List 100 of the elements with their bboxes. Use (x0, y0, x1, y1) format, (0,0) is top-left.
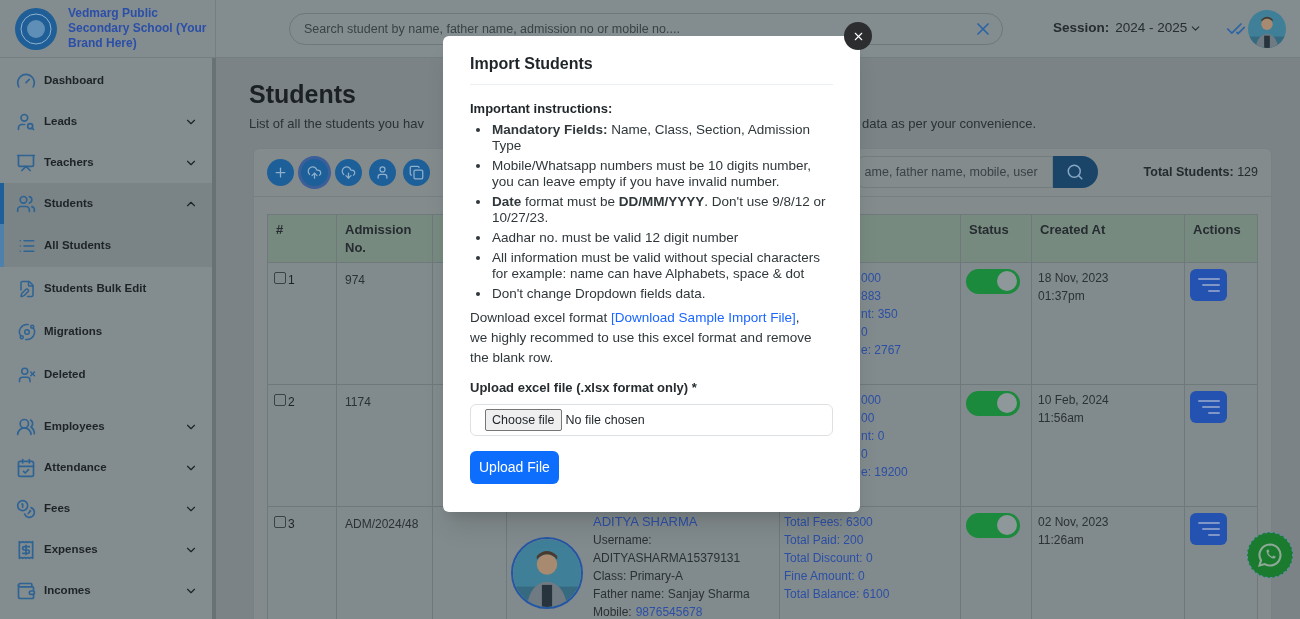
dialog-title: Import Students (470, 52, 833, 85)
fee-detail: Total Paid: 200 (784, 531, 865, 549)
fee-detail: 883 (861, 287, 883, 305)
submenu-icon (18, 279, 36, 298)
instruction-text: Don't change Dropdown fields data. (492, 285, 706, 302)
status-toggle[interactable] (966, 512, 1020, 538)
copy-icon (409, 164, 424, 180)
status-toggle[interactable] (966, 390, 1020, 416)
menu-icon (16, 580, 36, 601)
search-icon (1066, 163, 1085, 181)
student-class: Class: Primary-A (593, 567, 684, 585)
status-toggle[interactable] (966, 268, 1020, 294)
submenu-item[interactable]: Migrations (0, 310, 212, 353)
created-time: 11:26am (1038, 531, 1085, 549)
student-search-field[interactable]: ame, father name, mobile, user (857, 156, 1053, 188)
menu-icon (16, 111, 36, 132)
fee-detail: 0 (861, 323, 869, 341)
actions-menu-button[interactable] (1190, 390, 1227, 423)
mobile-label: Mobile: (593, 603, 632, 619)
row-checkbox[interactable] (274, 515, 286, 528)
column-header: # (276, 221, 284, 237)
bullet-icon (476, 291, 480, 296)
instruction-text: Mandatory Fields: Name, Class, Section, Admission Type (492, 121, 812, 154)
column-header: Actions (1193, 221, 1241, 237)
toolbar-button[interactable] (403, 158, 430, 186)
toolbar-button[interactable] (301, 158, 328, 186)
upload-label: Upload excel file (.xlsx format only) * (470, 378, 698, 397)
cloud-upload-icon (307, 164, 322, 180)
father-name: Father name: Sanjay Sharma (593, 585, 751, 603)
row-number: 2 (288, 393, 295, 411)
page-title: Students (249, 79, 356, 109)
sidebar-item[interactable]: Leads (0, 101, 212, 142)
download-sample-link[interactable]: [Download Sample Import File] (611, 309, 796, 325)
submenu-item[interactable]: Students Bulk Edit (0, 267, 212, 310)
upload-file-button[interactable]: Upload File (470, 451, 559, 484)
bullet-icon (476, 127, 480, 132)
fee-detail: 000 (861, 269, 883, 287)
admission-number: 974 (345, 272, 366, 287)
menu-icon (16, 193, 36, 214)
sidebar-item[interactable]: Students (0, 183, 212, 224)
column-header: Status (969, 221, 1009, 237)
fee-detail: nt: 0 (861, 427, 886, 445)
admission-number: ADM/2024/48 (345, 516, 419, 531)
search-button[interactable] (1052, 156, 1098, 188)
submenu-icon (18, 365, 36, 384)
school-logo-icon (14, 6, 58, 51)
sidebar-item[interactable]: Fees (0, 488, 212, 529)
search-field[interactable]: Search student by name, father name, admission no or mobile no.... (289, 12, 1003, 45)
fee-detail: 0 (861, 445, 869, 463)
toolbar-button[interactable] (335, 158, 362, 186)
page-subtitle: List of all the students you hav (249, 115, 424, 133)
created-date: 02 Nov, 2023 (1038, 513, 1110, 531)
session-dropdown[interactable]: 2024 - 2025 (1115, 18, 1203, 39)
instructions-heading: Important instructions: (470, 100, 614, 118)
column-header: Created At (1040, 221, 1106, 237)
fee-detail: nt: 350 (861, 305, 899, 323)
fee-detail: 00 (861, 409, 876, 427)
sidebar-item[interactable]: Employees (0, 406, 212, 447)
created-date: 10 Feb, 2024 (1038, 391, 1110, 409)
session-label: Session: (1053, 19, 1110, 38)
submenu-item[interactable]: All Students (0, 224, 212, 267)
fee-detail: e: 19200 (861, 463, 909, 481)
actions-menu-button[interactable] (1190, 512, 1227, 545)
admission-number: 1174 (345, 394, 371, 409)
sidebar-item[interactable]: Teachers (0, 142, 212, 183)
menu-lines-icon (1196, 520, 1221, 537)
bullet-icon (476, 235, 480, 240)
total-students: Total Students: 129 (1143, 163, 1258, 181)
row-checkbox[interactable] (274, 393, 286, 406)
submenu-item[interactable]: Deleted (0, 353, 212, 396)
sidebar-item[interactable]: Incomes (0, 570, 212, 611)
user-icon (375, 164, 390, 180)
student-username: Username: ADITYASHARMA15379131 (593, 531, 742, 567)
whatsapp-button[interactable] (1247, 532, 1293, 578)
row-number: 1 (288, 271, 295, 289)
menu-icon (16, 457, 36, 478)
fee-detail: Total Fees: 6300 (784, 513, 874, 531)
actions-menu-button[interactable] (1190, 268, 1227, 301)
sidebar-item[interactable]: Attendance (0, 447, 212, 488)
menu-lines-icon (1196, 276, 1221, 293)
bullet-icon (476, 255, 480, 260)
bullet-icon (476, 163, 480, 168)
file-input[interactable]: Choose file No file chosen (470, 404, 833, 436)
row-checkbox[interactable] (274, 271, 286, 284)
school-name: Vedmarg Public Secondary School (Your Brand Here) (68, 6, 208, 51)
page-subtitle: data as per your convenience. (862, 115, 1037, 133)
fee-detail: 000 (861, 391, 883, 409)
menu-lines-icon (1196, 398, 1221, 415)
submenu-icon (18, 322, 36, 341)
fee-detail: e: 2767 (861, 341, 903, 359)
created-time: 11:56am (1038, 409, 1085, 427)
toolbar-button[interactable] (369, 158, 396, 186)
bullet-icon (476, 199, 480, 204)
row-number: 3 (288, 515, 295, 533)
toolbar-button[interactable] (267, 158, 294, 186)
menu-icon (16, 498, 36, 519)
sidebar-item[interactable]: Expenses (0, 529, 212, 570)
fee-detail: Total Discount: 0 (784, 549, 874, 567)
cloud-download-icon (341, 164, 356, 180)
sidebar-item[interactable]: Dashboard (0, 60, 212, 101)
